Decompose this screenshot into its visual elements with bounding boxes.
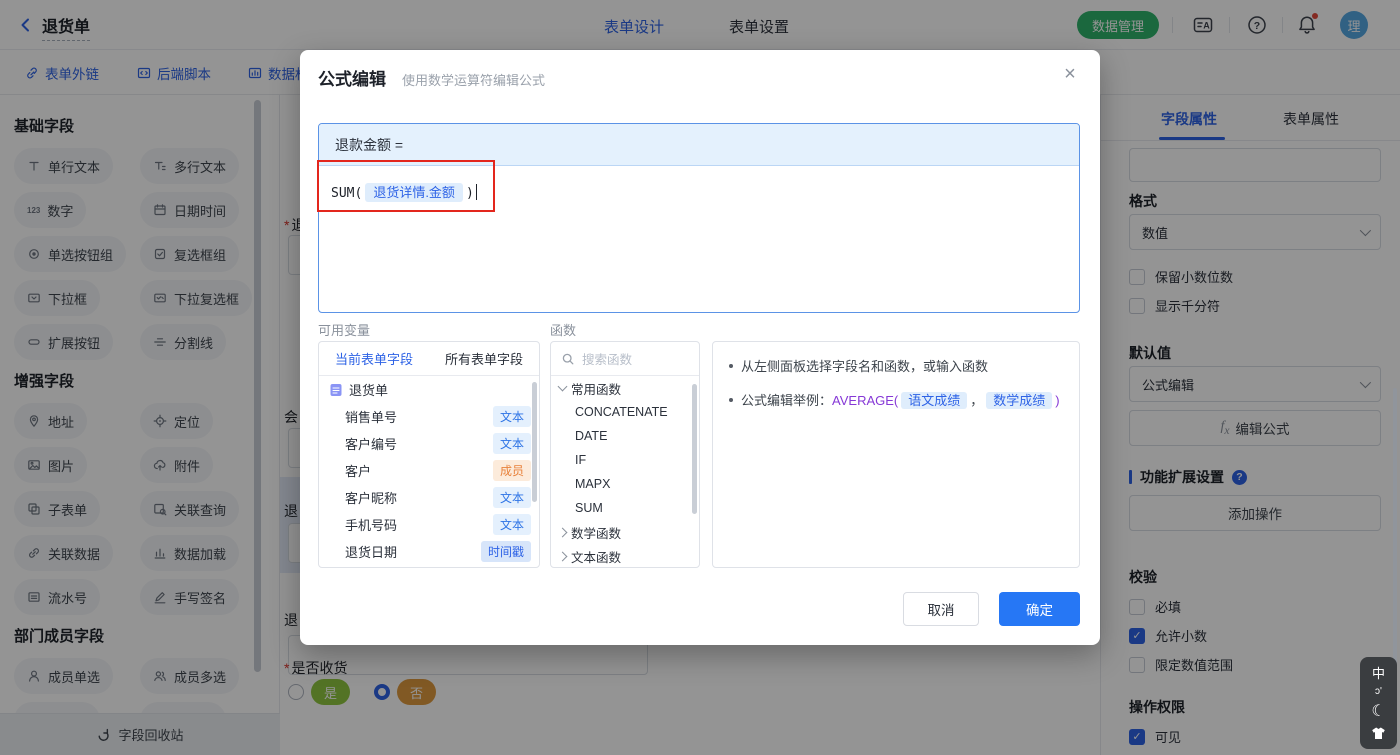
form-doc-icon — [329, 383, 343, 397]
function-group[interactable]: 常用函数 — [551, 376, 699, 400]
variable-row[interactable]: 退货日期 时间戳 — [319, 538, 539, 565]
field-type-badge: 文本 — [492, 487, 531, 508]
formula-input-area[interactable]: SUM(退货详情.金额) — [319, 166, 1079, 312]
field-type-badge: 时间戳 — [480, 541, 531, 562]
formula-edit-modal: 公式编辑 使用数学运算符编辑公式 × 退款金额 = SUM(退货详情.金额) 可… — [300, 50, 1100, 645]
chevron-right-icon — [557, 551, 568, 561]
variables-panel: 当前表单字段 所有表单字段 退货单 销售单号 文本 客户编号 文本 客户 成员 客户昵称 文本… — [318, 341, 540, 568]
function-search-input[interactable]: 搜索函数 — [551, 342, 699, 376]
modal-title: 公式编辑 — [318, 70, 386, 89]
variable-row[interactable]: 客户 成员 — [319, 457, 539, 484]
search-icon — [561, 352, 575, 366]
variable-row[interactable]: 销售单号 文本 — [319, 403, 539, 430]
field-type-badge: 文本 — [492, 514, 531, 535]
chevron-down-icon — [557, 381, 568, 392]
function-item[interactable]: DATE — [551, 424, 699, 448]
close-icon[interactable]: × — [1056, 60, 1084, 88]
tab-current-form-fields[interactable]: 当前表单字段 — [319, 342, 429, 375]
help-text: 从左侧面板选择字段名和函数，或输入函数 — [741, 359, 989, 374]
function-item[interactable]: MAPX — [551, 472, 699, 496]
app-window: 退货单 表单设计 表单设置 数据管理 A ? 理 表单外链后端脚本数据权限 预览… — [0, 0, 1400, 755]
functions-label: 函数 — [550, 323, 577, 338]
variables-label: 可用变量 — [318, 323, 371, 338]
cancel-button[interactable]: 取消 — [903, 592, 979, 626]
formula-help-panel: 从左侧面板选择字段名和函数，或输入函数 公式编辑举例：AVERAGE(语文成绩，… — [712, 341, 1080, 568]
example-token: 数学成绩 — [986, 392, 1053, 409]
example-token: 语文成绩 — [901, 392, 968, 409]
functions-scrollbar[interactable] — [692, 384, 697, 514]
variable-row[interactable]: 客户编号 文本 — [319, 430, 539, 457]
variable-row[interactable]: 手机号码 文本 — [319, 511, 539, 538]
function-group[interactable]: 数学函数 — [551, 520, 699, 544]
function-group[interactable]: 文本函数 — [551, 544, 699, 567]
function-item[interactable]: CONCATENATE — [551, 400, 699, 424]
formula-target: 退款金额 = — [319, 124, 1079, 166]
ime-toolbar: 中 ɔ' ☾ — [1360, 657, 1397, 749]
function-item[interactable]: IF — [551, 448, 699, 472]
text-cursor — [475, 184, 478, 200]
field-type-badge: 文本 — [492, 433, 531, 454]
shirt-icon[interactable] — [1371, 727, 1386, 740]
field-type-badge: 成员 — [492, 460, 531, 481]
field-token[interactable]: 退货详情.金额 — [365, 183, 463, 202]
confirm-button[interactable]: 确定 — [999, 592, 1080, 626]
functions-panel: 搜索函数 常用函数 CONCATENATE DATE IF MAPX SUM 数学函数 文本函… — [550, 341, 700, 568]
ime-punctuation-icon[interactable]: ɔ' — [1375, 686, 1382, 697]
tab-all-form-fields[interactable]: 所有表单字段 — [429, 342, 539, 375]
modal-subtitle: 使用数学运算符编辑公式 — [402, 73, 546, 88]
variables-scrollbar[interactable] — [532, 382, 537, 502]
function-item[interactable]: SUM — [551, 496, 699, 520]
moon-icon[interactable]: ☾ — [1371, 703, 1385, 720]
variable-row[interactable]: 客户昵称 文本 — [319, 484, 539, 511]
chevron-right-icon — [557, 527, 568, 537]
formula-editor: 退款金额 = SUM(退货详情.金额) — [318, 123, 1080, 313]
variable-tree-root[interactable]: 退货单 — [319, 376, 539, 403]
help-example: 公式编辑举例：AVERAGE(语文成绩，数学成绩) — [741, 392, 1060, 409]
field-type-badge: 文本 — [492, 406, 531, 427]
formula-function: SUM — [331, 186, 355, 201]
ime-language-toggle[interactable]: 中 — [1372, 667, 1385, 680]
